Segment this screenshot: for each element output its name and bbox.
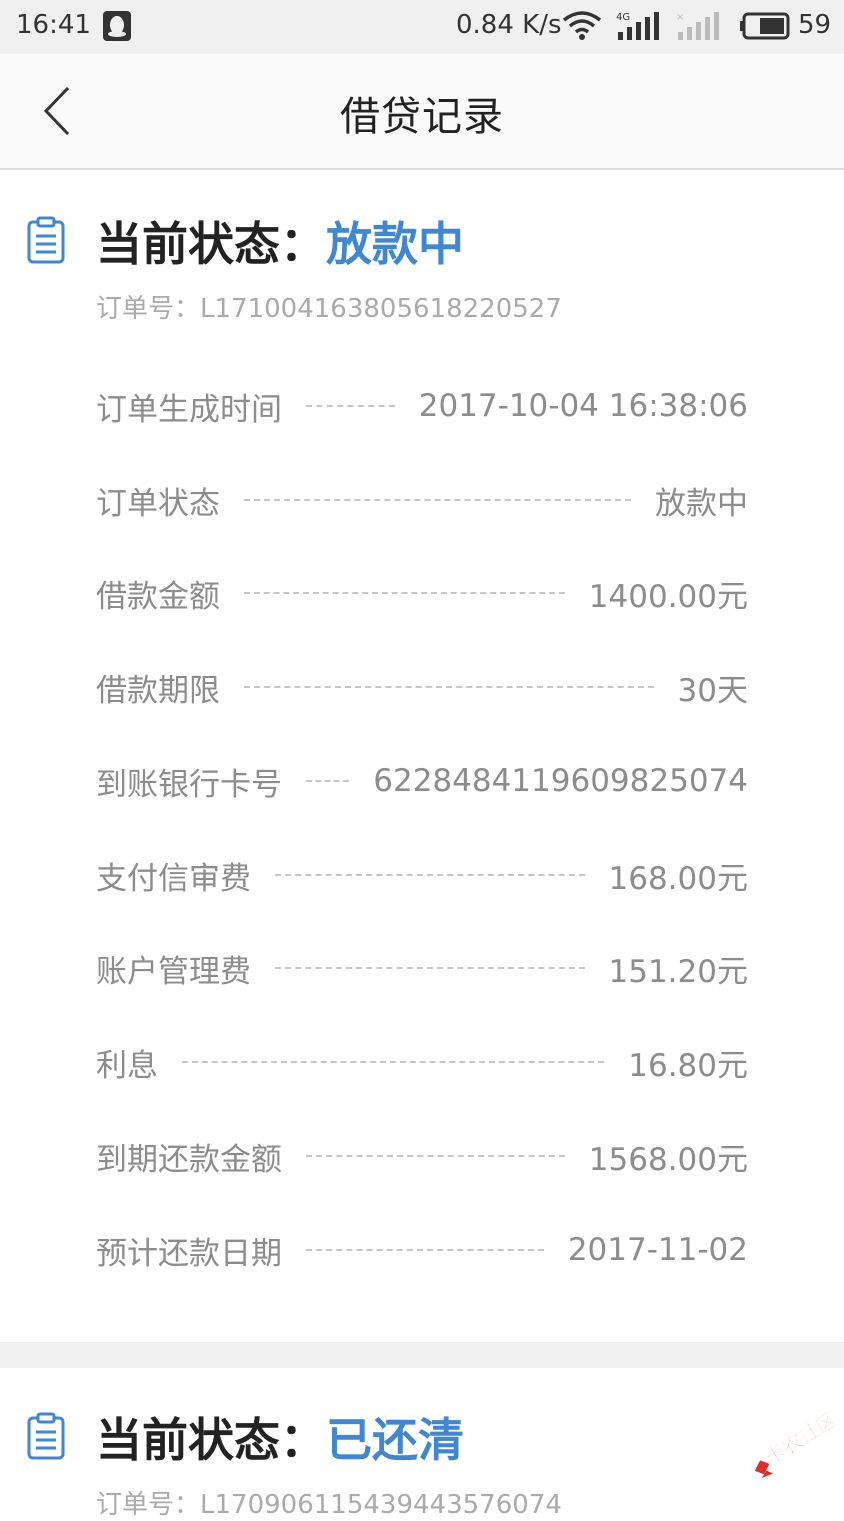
row-value: 放款中 [655, 485, 748, 522]
row-label: 借款金额 [96, 578, 220, 615]
status-label: 当前状态： [96, 1413, 326, 1467]
battery-level: 59 [798, 10, 832, 40]
row-value: 6228484119609825074 [373, 763, 748, 799]
detail-row: 借款期限 30天 [96, 667, 748, 709]
detail-row: 到期还款金额 1568.00元 [96, 1136, 748, 1178]
dotted-leader [244, 499, 631, 501]
svg-text:4G: 4G [616, 12, 630, 23]
row-value: 2017-10-04 16:38:06 [418, 388, 748, 424]
wifi-icon [562, 11, 602, 40]
detail-row: 利息 16.80元 [96, 1042, 748, 1084]
watermark-logo: 卡农社区 [754, 1407, 841, 1479]
loan-record-card: 当前状态：放款中 订单号：L171004163805618220527 订单生成… [0, 170, 844, 1342]
dotted-leader [306, 1155, 565, 1157]
signal-4g-icon: 4G [616, 12, 659, 40]
detail-row: 订单状态 放款中 [96, 480, 748, 522]
row-value: 16.80元 [628, 1047, 748, 1084]
svg-text:卡农社区: 卡农社区 [760, 1407, 841, 1470]
dotted-leader [306, 405, 395, 407]
dotted-leader [275, 874, 585, 876]
dotted-leader [244, 686, 654, 688]
current-status: 当前状态：已还清 [96, 1404, 464, 1470]
row-value: 151.20元 [608, 953, 748, 990]
row-label: 预计还款日期 [96, 1235, 282, 1272]
row-label: 到期还款金额 [96, 1141, 282, 1178]
detail-row: 订单生成时间 2017-10-04 16:38:06 [96, 386, 748, 428]
loan-record-card[interactable]: 当前状态：已还清 订单号：L170906115439443576074 [0, 1368, 844, 1520]
status-value: 已还清 [326, 1413, 464, 1467]
row-label: 到账银行卡号 [96, 766, 282, 803]
current-status: 当前状态：放款中 [96, 208, 464, 274]
detail-row: 到账银行卡号 6228484119609825074 [96, 761, 748, 803]
row-label: 支付信审费 [96, 860, 251, 897]
clipboard-icon [27, 1412, 65, 1460]
status-bar: 16:41 0.84 K/s 4G × 59 [0, 0, 844, 54]
battery-icon [740, 12, 790, 40]
order-number: 订单号：L170906115439443576074 [96, 1490, 562, 1520]
status-value: 放款中 [326, 217, 464, 271]
row-value: 30天 [677, 672, 748, 709]
status-time: 16:41 [16, 10, 91, 40]
qq-icon [103, 11, 131, 41]
card-separator [0, 1342, 844, 1368]
row-value: 1400.00元 [588, 578, 748, 615]
detail-row: 账户管理费 151.20元 [96, 948, 748, 990]
row-label: 借款期限 [96, 672, 220, 709]
detail-row: 预计还款日期 2017-11-02 [96, 1230, 748, 1272]
dotted-leader [306, 1249, 544, 1251]
dotted-leader [244, 592, 565, 594]
svg-text:×: × [676, 12, 684, 23]
row-value: 2017-11-02 [567, 1232, 748, 1268]
detail-row: 支付信审费 168.00元 [96, 855, 748, 897]
row-value: 168.00元 [608, 860, 748, 897]
dotted-leader [182, 1061, 605, 1063]
clipboard-icon [27, 216, 65, 264]
signal-icon: × [676, 12, 719, 40]
row-label: 利息 [96, 1047, 158, 1084]
row-label: 订单状态 [96, 485, 220, 522]
row-label: 账户管理费 [96, 953, 251, 990]
dotted-leader [306, 780, 350, 782]
nav-bar: 借贷记录 [0, 54, 844, 170]
detail-row: 借款金额 1400.00元 [96, 573, 748, 615]
page-title: 借贷记录 [340, 94, 504, 140]
dotted-leader [275, 967, 585, 969]
row-value: 1568.00元 [588, 1141, 748, 1178]
row-label: 订单生成时间 [96, 391, 282, 428]
order-number: 订单号：L171004163805618220527 [96, 294, 562, 324]
status-label: 当前状态： [96, 217, 326, 271]
network-speed: 0.84 K/s [456, 10, 562, 40]
